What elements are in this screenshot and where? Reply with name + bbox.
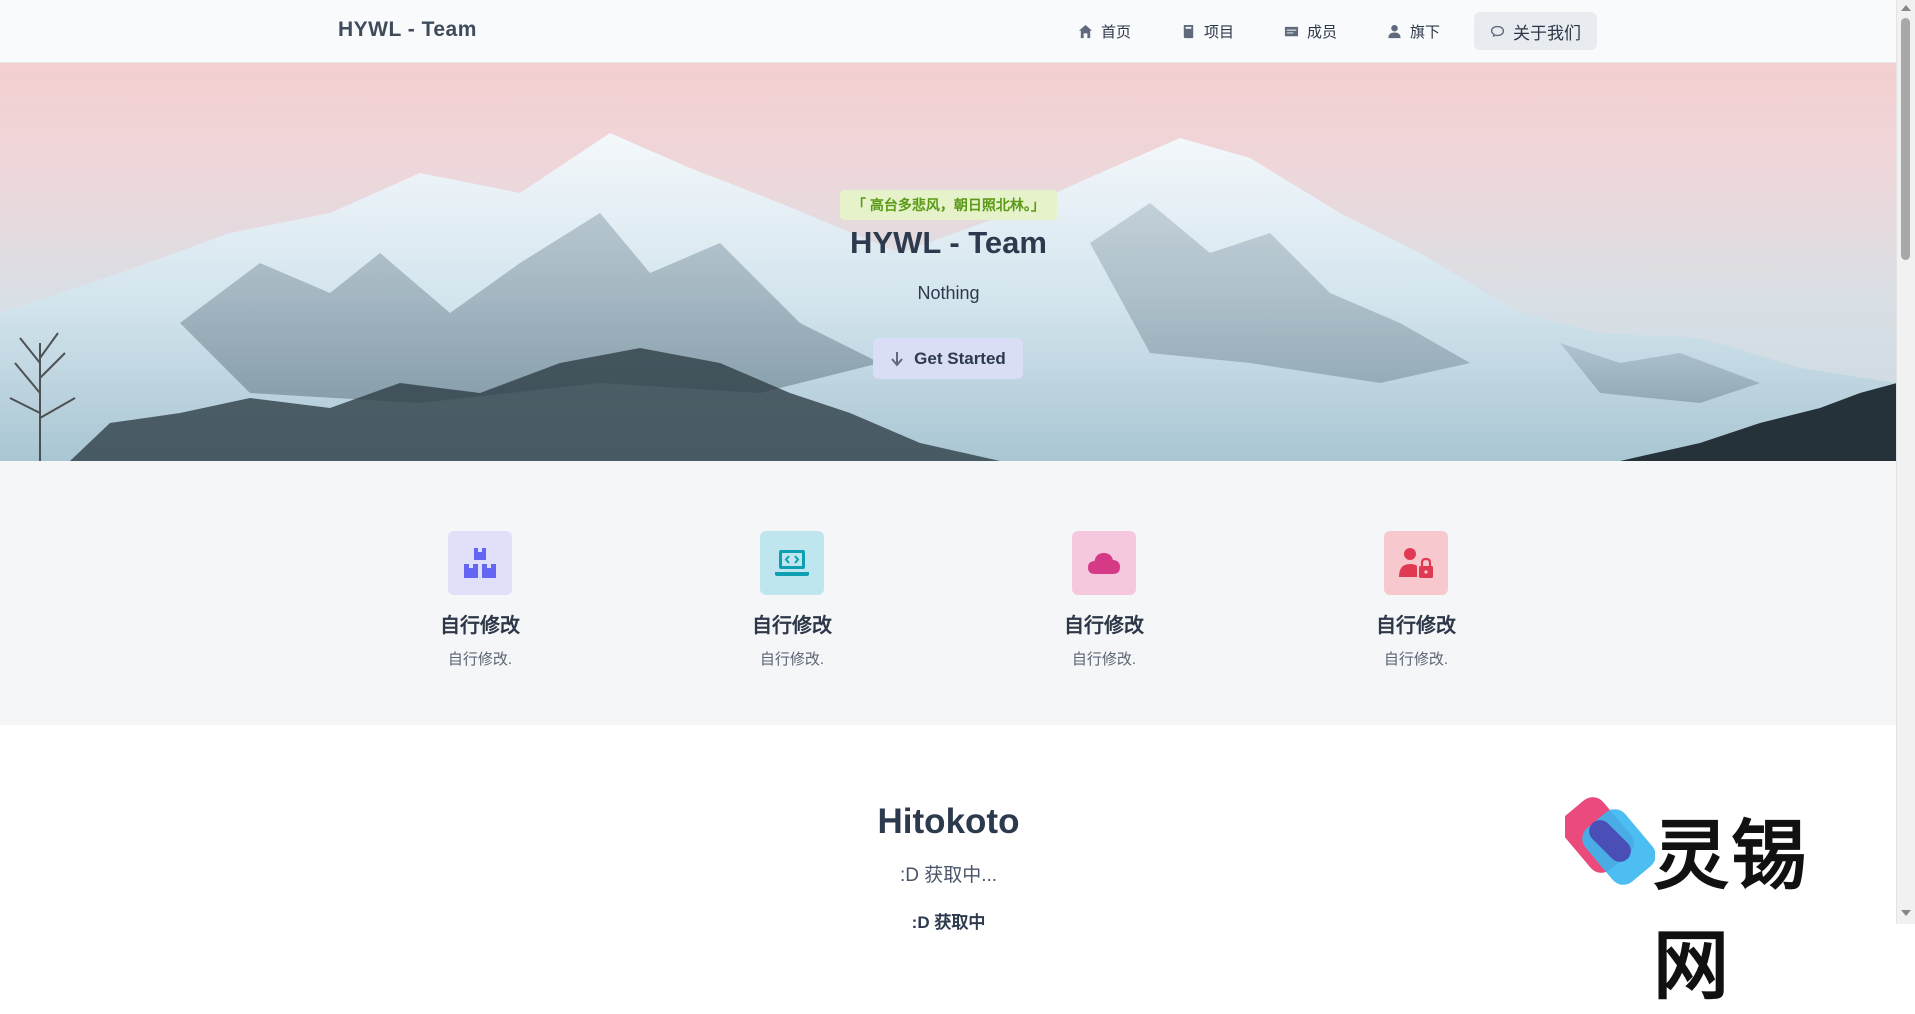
home-icon — [1078, 24, 1092, 38]
nav-item-members[interactable]: 成员 — [1268, 12, 1353, 50]
scroll-thumb[interactable] — [1901, 18, 1910, 260]
cloud-icon — [1088, 553, 1120, 574]
arrow-down-icon — [891, 351, 903, 367]
laptop-code-icon — [775, 550, 809, 576]
feature-title: 自行修改 — [1064, 615, 1144, 637]
feature-card: 自行修改 自行修改. — [692, 531, 892, 669]
feature-card: 自行修改 自行修改. — [1004, 531, 1204, 669]
feature-desc: 自行修改. — [1383, 651, 1449, 668]
user-lock-icon — [1399, 548, 1433, 578]
feature-icon-box — [760, 531, 824, 595]
nav-item-home[interactable]: 首页 — [1062, 12, 1147, 50]
nav-label-projects: 项目 — [1203, 23, 1234, 41]
get-started-label: Get Started — [914, 348, 1006, 368]
mountain-background — [0, 133, 1897, 461]
feature-title: 自行修改 — [1376, 615, 1456, 637]
hero-subtitle: Nothing — [917, 283, 980, 303]
nav-links: 首页 项目 成员 旗下 关于我们 — [1044, 12, 1597, 50]
feature-card: 自行修改 自行修改. — [380, 531, 580, 669]
boxes-icon — [464, 548, 496, 578]
watermark-logo: 灵锡网 — [1565, 790, 1880, 1010]
hero-banner: 「 高台多悲风，朝日照北林。」 HYWL - Team Nothing Get … — [0, 63, 1897, 461]
watermark-mark-icon — [1565, 797, 1655, 885]
feature-title: 自行修改 — [440, 615, 520, 637]
feature-desc: 自行修改. — [447, 651, 513, 668]
nav-item-subsidiaries[interactable]: 旗下 — [1371, 12, 1456, 50]
watermark-text: 灵锡网 — [1653, 811, 1809, 1010]
id-card-icon — [1284, 26, 1299, 36]
scroll-down-icon[interactable] — [1901, 910, 1911, 916]
hitokoto-text-secondary: :D 获取中 — [911, 913, 986, 932]
feature-title: 自行修改 — [752, 615, 832, 637]
feature-icon-box — [448, 531, 512, 595]
page-scrollbar[interactable] — [1896, 0, 1915, 924]
navbar: HYWL - Team 首页 项目 成员 旗下 关于我们 — [0, 0, 1897, 63]
nav-label-members: 成员 — [1306, 23, 1337, 41]
quote-badge: 「 高台多悲风，朝日照北林。」 — [840, 190, 1057, 220]
scroll-up-icon[interactable] — [1901, 5, 1911, 11]
book-icon — [1183, 24, 1194, 38]
nav-label-about: 关于我们 — [1513, 23, 1581, 43]
nav-item-about[interactable]: 关于我们 — [1474, 12, 1597, 50]
hero-title: HYWL - Team — [850, 225, 1047, 260]
feature-icon-box — [1072, 531, 1136, 595]
get-started-button[interactable]: Get Started — [873, 338, 1023, 379]
feature-desc: 自行修改. — [759, 651, 825, 668]
nav-label-subsidiaries: 旗下 — [1409, 23, 1440, 41]
feature-icon-box — [1384, 531, 1448, 595]
nav-item-projects[interactable]: 项目 — [1165, 12, 1250, 50]
features-section: 自行修改 自行修改. 自行修改 自行修改. 自行修改 自行修改. 自行修改 自行… — [0, 461, 1897, 725]
brand-logo[interactable]: HYWL - Team — [338, 18, 477, 42]
feature-desc: 自行修改. — [1071, 651, 1137, 668]
comment-icon — [1490, 25, 1505, 37]
feature-card: 自行修改 自行修改. — [1316, 531, 1516, 669]
nav-label-home: 首页 — [1100, 23, 1131, 41]
user-icon — [1388, 24, 1401, 38]
